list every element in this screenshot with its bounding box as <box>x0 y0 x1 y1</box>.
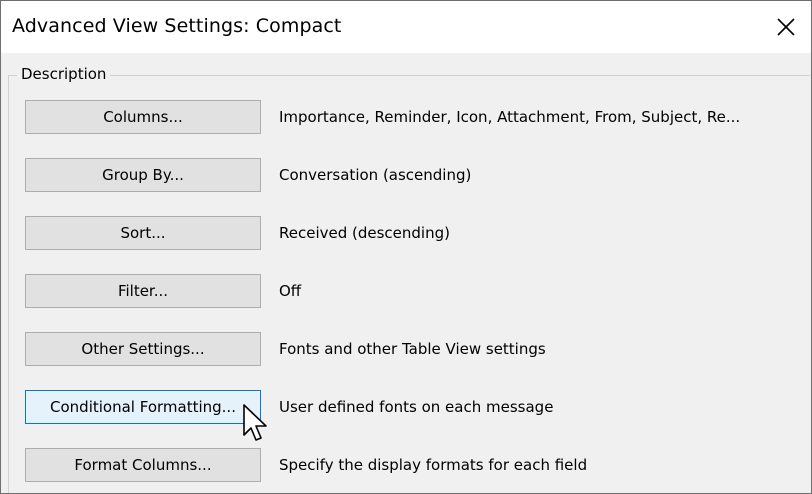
other-settings-description: Fonts and other Table View settings <box>279 340 546 358</box>
dialog-title: Advanced View Settings: Compact <box>12 15 342 37</box>
sort-button[interactable]: Sort... <box>25 216 261 250</box>
conditional-formatting-button[interactable]: Conditional Formatting... <box>25 390 261 424</box>
advanced-view-settings-dialog: Advanced View Settings: Compact Descript… <box>0 0 812 494</box>
conditional-formatting-description: User defined fonts on each message <box>279 398 554 416</box>
description-legend: Description <box>17 65 111 83</box>
format-columns-description: Specify the display formats for each fie… <box>279 456 588 474</box>
group-by-description: Conversation (ascending) <box>279 166 472 184</box>
title-bar: Advanced View Settings: Compact <box>1 1 811 53</box>
sort-description: Received (descending) <box>279 224 450 242</box>
close-icon <box>777 18 795 36</box>
other-settings-button[interactable]: Other Settings... <box>25 332 261 366</box>
format-columns-button[interactable]: Format Columns... <box>25 448 261 482</box>
mouse-pointer-icon <box>243 404 267 441</box>
columns-button[interactable]: Columns... <box>25 100 261 134</box>
filter-description: Off <box>279 282 302 300</box>
group-by-button[interactable]: Group By... <box>25 158 261 192</box>
close-button[interactable] <box>763 7 809 47</box>
filter-button[interactable]: Filter... <box>25 274 261 308</box>
columns-description: Importance, Reminder, Icon, Attachment, … <box>279 108 741 126</box>
